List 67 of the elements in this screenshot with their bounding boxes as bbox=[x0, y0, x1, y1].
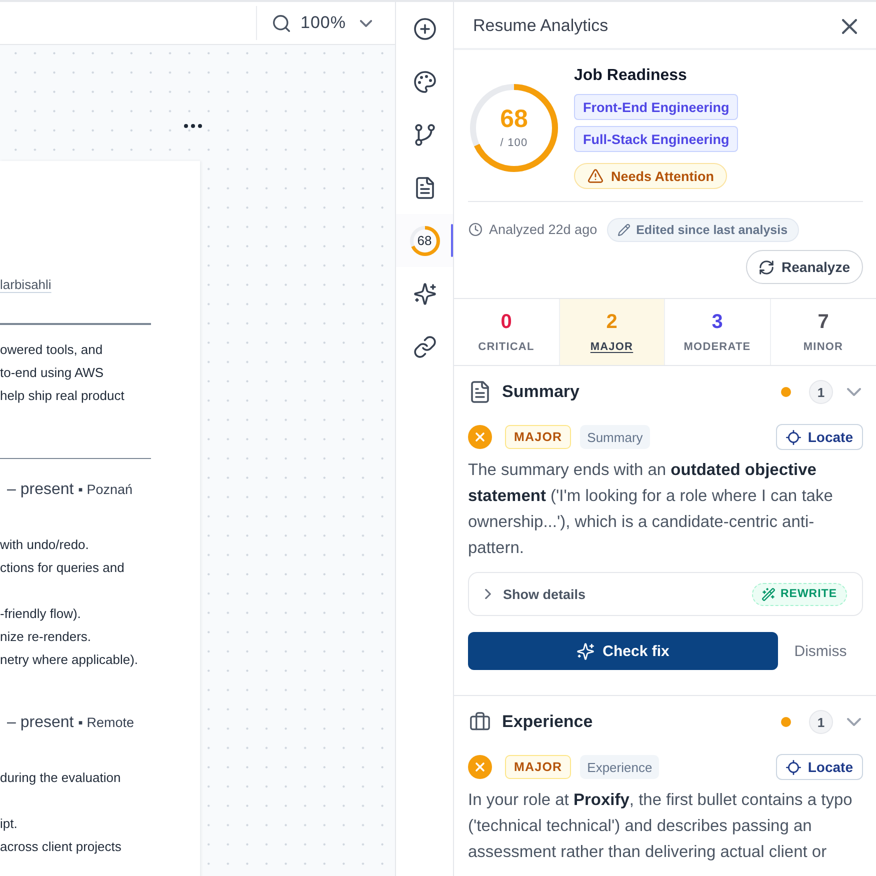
issue-description: In your role at Proxify, the first bullet contains a typo ('technical technical') and describes passing an assessment rather than delivering actual client or bbox=[468, 790, 854, 863]
resume-text-line: during the evaluation bbox=[0, 768, 121, 787]
job-dates: – present bbox=[7, 481, 74, 498]
plus-circle-icon bbox=[414, 18, 436, 40]
x-circle-icon bbox=[468, 425, 492, 449]
document-icon bbox=[414, 176, 436, 198]
refresh-icon bbox=[758, 260, 774, 274]
resume-text-line: ctions for queries and bbox=[0, 558, 124, 577]
section-tag: Summary bbox=[580, 425, 650, 449]
crosshair-icon bbox=[786, 760, 801, 774]
warning-icon bbox=[588, 169, 603, 183]
dismiss-button[interactable]: Dismiss bbox=[794, 642, 847, 660]
document-icon bbox=[470, 381, 490, 403]
analyzed-time: Analyzed 22d ago bbox=[489, 222, 598, 237]
panel-title: Resume Analytics bbox=[473, 16, 608, 36]
readiness-title: Job Readiness bbox=[574, 66, 687, 86]
briefcase-icon bbox=[470, 711, 490, 733]
crosshair-icon bbox=[786, 430, 801, 444]
check-fix-button[interactable]: Check fix bbox=[468, 632, 778, 670]
score-value: 68 bbox=[500, 106, 528, 132]
sparkles-icon bbox=[414, 282, 436, 304]
role-tag: Front-End Engineering bbox=[574, 94, 738, 120]
fix-type-label: REWRITE bbox=[780, 588, 837, 600]
palette-icon bbox=[414, 70, 436, 92]
issue-count-badge: 1 bbox=[809, 380, 833, 404]
resume-text-line: ipt. bbox=[0, 814, 18, 833]
link-icon bbox=[414, 336, 436, 358]
edited-label: Edited since last analysis bbox=[636, 222, 788, 236]
more-icon[interactable] bbox=[184, 124, 202, 128]
section-tag: Experience bbox=[580, 755, 660, 779]
resume-text-line: owered tools, and bbox=[0, 341, 103, 359]
resume-text-line: help ship real product bbox=[0, 387, 124, 405]
close-icon[interactable] bbox=[842, 18, 857, 34]
severity-tab[interactable]: 2 MAJOR bbox=[560, 299, 665, 365]
status-label: Needs Attention bbox=[611, 168, 714, 184]
branch-icon bbox=[414, 124, 436, 146]
job-location: ▪ Remote bbox=[78, 715, 134, 730]
sparkles-icon bbox=[576, 642, 594, 660]
issue-count-badge: 1 bbox=[809, 710, 833, 734]
clock-icon bbox=[469, 223, 482, 236]
score-button[interactable]: 68 bbox=[396, 214, 453, 267]
issue-description: The summary ends with an outdated objective statement ('I'm looking for a role where I can take ownership...'), which is a candidate-centric anti-pattern. bbox=[468, 460, 834, 559]
chevron-right-icon bbox=[485, 589, 491, 599]
x-circle-icon bbox=[468, 755, 492, 779]
reanalyze-button[interactable]: Reanalyze bbox=[746, 250, 863, 284]
resume-text-line: with undo/redo. bbox=[0, 536, 89, 554]
resume-text-line: across client projects bbox=[0, 838, 122, 856]
section-title: Experience bbox=[502, 712, 594, 732]
severity-badge: MAJOR bbox=[505, 425, 572, 449]
resume-text-line: nize re-renders. bbox=[0, 628, 92, 646]
profile-link[interactable]: larbisahli bbox=[0, 277, 52, 293]
resume-text-line: to-end using AWS bbox=[0, 364, 104, 382]
resume-text-line: -friendly flow). bbox=[0, 604, 81, 623]
pencil-icon bbox=[618, 224, 630, 236]
score-total: / 100 bbox=[500, 136, 528, 150]
role-tag: Full-Stack Engineering bbox=[574, 126, 738, 152]
section-title: Summary bbox=[502, 382, 580, 402]
search-icon bbox=[272, 14, 290, 32]
locate-button[interactable]: Locate bbox=[776, 754, 863, 780]
show-details-button[interactable]: Show details bbox=[485, 586, 586, 602]
locate-button[interactable]: Locate bbox=[776, 424, 863, 450]
job-dates: – present bbox=[7, 714, 74, 731]
job-location: ▪ Poznań bbox=[78, 482, 132, 497]
resume-text-line: netry where applicable). bbox=[0, 650, 138, 669]
magic-wand-icon bbox=[762, 588, 776, 600]
chevron-down-icon bbox=[360, 20, 372, 26]
severity-badge: MAJOR bbox=[505, 755, 572, 779]
